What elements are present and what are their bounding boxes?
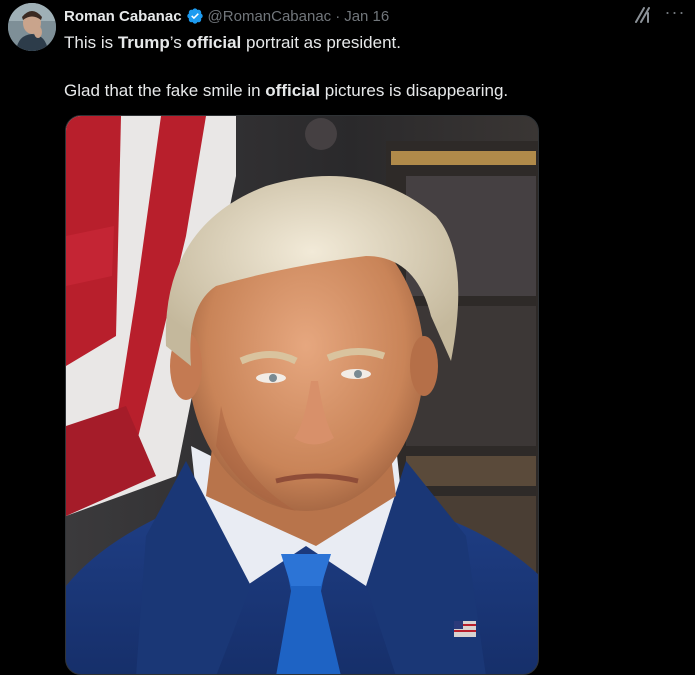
more-options-icon[interactable]: ··· <box>662 2 688 26</box>
text-segment: pictures is disappearing. <box>320 81 509 100</box>
verified-badge-icon[interactable] <box>186 7 204 25</box>
tweet-media-photo[interactable] <box>65 115 539 675</box>
author-handle[interactable]: @RomanCabanac <box>208 8 332 25</box>
tweet-date[interactable]: Jan 16 <box>344 8 389 25</box>
tweet-header: Roman Cabanac @RomanCabanac · Jan 16 <box>64 5 389 27</box>
avatar-image <box>8 3 56 51</box>
text-segment: Glad that the fake smile in <box>64 81 266 100</box>
text-bold-segment: official <box>265 81 321 100</box>
text-segment: ’s <box>169 33 187 52</box>
author-avatar[interactable] <box>8 3 56 51</box>
text-bold-segment: Trump <box>117 33 170 52</box>
header-separator: · <box>335 7 341 25</box>
text-segment: This is <box>64 33 118 52</box>
tweet-text-line-2: Glad that the fake smile in official pic… <box>64 79 664 103</box>
tweet-text-line-1: This is Trump’s official portrait as pre… <box>64 31 664 55</box>
portrait-image <box>66 116 538 674</box>
author-name[interactable]: Roman Cabanac <box>64 8 182 25</box>
text-bold-segment: official <box>186 33 242 52</box>
text-segment: portrait as president. <box>241 33 401 52</box>
tweet: Roman Cabanac @RomanCabanac · Jan 16 ···… <box>0 0 695 675</box>
grok-icon[interactable] <box>632 4 654 26</box>
tweet-text: This is Trump’s official portrait as pre… <box>64 31 664 103</box>
